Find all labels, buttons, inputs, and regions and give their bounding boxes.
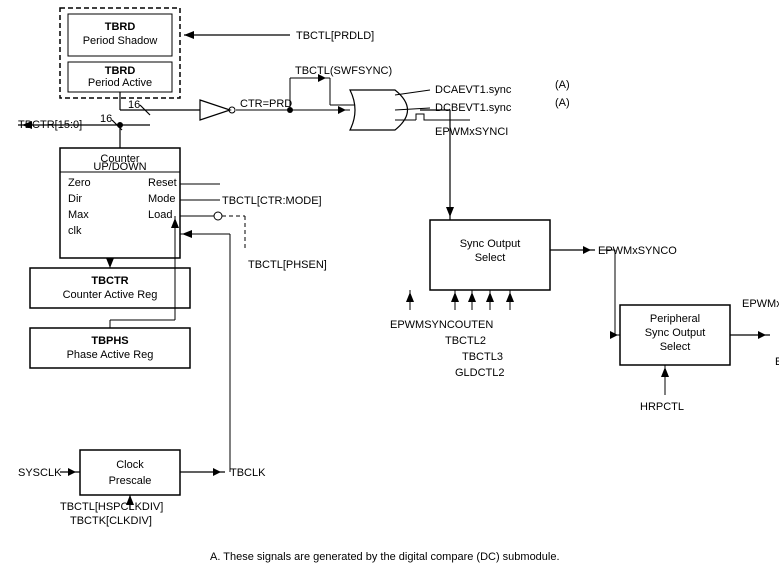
- epwmxsyncper-arrow: [758, 331, 766, 339]
- diagram-svg: TBRD Period Shadow TBRD Period Active TB…: [0, 0, 779, 574]
- clkdiv-label: TBCTK[CLKDIV]: [70, 515, 152, 527]
- clock-label2: Prescale: [109, 475, 152, 487]
- tbctl-prdld-label: TBCTL[PRDLD]: [296, 30, 374, 42]
- tbclk-label: TBCLK: [230, 467, 266, 479]
- swfsync-label: TBCTL(SWFSYNC): [295, 65, 392, 77]
- tbctl-phsen-label: TBCTL[PHSEN]: [248, 259, 327, 271]
- clk-arrow: [182, 230, 192, 238]
- ctr-prd-label: CTR=PRD: [240, 98, 292, 110]
- input-arrow2: [468, 292, 476, 302]
- dir-label: Dir: [68, 193, 82, 205]
- tbctl-ctr-mode-label: TBCTL[CTR:MODE]: [222, 195, 322, 207]
- max-label: Max: [68, 209, 89, 221]
- input-arrow1: [451, 292, 459, 302]
- synco-to-peripheral-arrow: [610, 331, 618, 339]
- sysclk-arrow: [68, 468, 76, 476]
- input-arrow4: [506, 292, 514, 302]
- gldctl2-label: GLDCTL2: [455, 367, 505, 379]
- dcaevt1-line: [395, 90, 430, 95]
- load-label: Load: [148, 209, 172, 221]
- sync-output-label1: Sync Output: [460, 238, 521, 250]
- tbrd-shadow-label2: Period Shadow: [83, 35, 158, 47]
- tbphs-box: [30, 328, 190, 368]
- counter-label2: UP/DOWN: [93, 161, 146, 173]
- clk-label: clk: [68, 225, 82, 237]
- sync-clk-symbol: [416, 114, 432, 120]
- epwmxsynco-label: EPWMxSYNCO: [598, 245, 677, 257]
- load-open-circle: [214, 212, 222, 220]
- dcaevt1-label: DCAEVT1.sync: [435, 84, 512, 96]
- tbctr-reg-arrow: [106, 258, 114, 268]
- tbctr-reg-box: [30, 268, 190, 308]
- epwmsyncouten-arrow: [406, 292, 414, 302]
- clkdiv-arrow: [126, 495, 134, 505]
- hrpctl-label: HRPCTL: [640, 401, 684, 413]
- mode-label: Mode: [148, 193, 176, 205]
- or-to-box-arrow: [446, 207, 454, 217]
- tbctr-reg-label1: TBCTR: [91, 275, 128, 287]
- sync-output-label2: Select: [475, 252, 506, 264]
- tbctr-reg-label2: Counter Active Reg: [63, 289, 158, 301]
- sixteen-label1: 16: [128, 99, 140, 111]
- tbphs-label2: Phase Active Reg: [67, 349, 154, 361]
- epwmxsynci-label: EPWMxSYNCI: [435, 126, 508, 138]
- sixteen-label2: 16: [100, 113, 112, 125]
- peripheral-sync-label3: Select: [660, 341, 691, 353]
- tbrd-shadow-label1: TBRD: [105, 21, 136, 33]
- sysclk-label: SYSCLK: [18, 467, 62, 479]
- zero-label: Zero: [68, 177, 91, 189]
- dcaevt1-superscript: (A): [555, 79, 570, 91]
- tbctl2-label: TBCTL2: [445, 335, 486, 347]
- peripheral-sync-label2: Sync Output: [645, 327, 706, 339]
- tbclk-arrow: [213, 468, 221, 476]
- input-arrow3: [486, 292, 494, 302]
- epwmxsyncper-label: EPWMxSYNCPER: [775, 356, 779, 368]
- dcbevt1-superscript: (A): [555, 97, 570, 109]
- tbrd-active-label2: Period Active: [88, 77, 152, 89]
- reset-label: Reset: [148, 177, 177, 189]
- clock-label1: Clock: [116, 459, 144, 471]
- dcbevt1-label: DCBEVT1.sync: [435, 102, 512, 114]
- footnote-text: A. These signals are generated by the di…: [210, 551, 560, 563]
- epwmsyncouten-label: EPWMSYNCOUTEN: [390, 319, 493, 331]
- epwmxsynco-arrow: [583, 246, 591, 254]
- prdld-arrow: [184, 31, 194, 39]
- epwmxsyncper-label-div: EPWMxSYNCPER: [742, 298, 779, 310]
- tbphs-label1: TBPHS: [91, 335, 128, 347]
- tbrd-active-label1: TBRD: [105, 65, 136, 77]
- tbctl3-label: TBCTL3: [462, 351, 503, 363]
- buffer-triangle: [200, 100, 230, 120]
- ctr-prd-arrow: [338, 106, 346, 114]
- peripheral-sync-label1: Peripheral: [650, 313, 700, 325]
- hspclkdiv-label: TBCTL[HSPCLKDIV]: [60, 501, 163, 513]
- junction-dot1: [117, 122, 123, 128]
- hrpctl-arrow: [661, 367, 669, 377]
- clock-prescale-box: [80, 450, 180, 495]
